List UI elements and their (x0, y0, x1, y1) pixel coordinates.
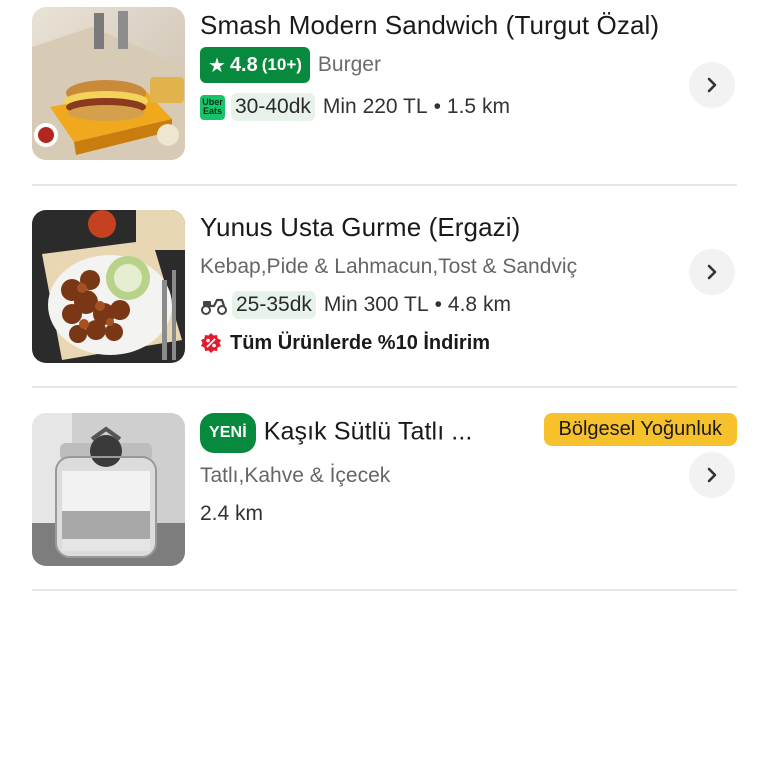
new-badge: YENİ (200, 413, 256, 453)
min-order: Min 220 TL (322, 95, 428, 118)
separator: • (433, 95, 441, 118)
distance: 4.8 km (447, 293, 511, 316)
rating-row: ★ 4.8 (10+) Burger (200, 46, 737, 84)
regional-load-badge: Bölgesel Yoğunluk (543, 413, 737, 446)
distance: 2.4 km (200, 502, 264, 525)
rating-badge: ★ 4.8 (10+) (200, 47, 310, 83)
restaurant-info: Yunus Usta Gurme (Ergazi) Kebap,Pide & L… (200, 210, 737, 362)
chevron-right-button[interactable] (689, 249, 735, 295)
restaurant-info: Smash Modern Sandwich (Turgut Özal) ★ 4.… (200, 8, 737, 126)
delivery-time: 25-35dk (232, 291, 316, 319)
delivery-row: Uber Eats 30-40dk Min 220 TL • 1.5 km (200, 88, 737, 126)
delivery-row: 25-35dk Min 300 TL • 4.8 km (200, 286, 737, 324)
restaurant-name: Yunus Usta Gurme (Ergazi) (200, 212, 521, 242)
restaurant-card[interactable]: Yunus Usta Gurme (Ergazi) Kebap,Pide & L… (32, 186, 737, 388)
chevron-right-icon (707, 264, 717, 280)
restaurant-thumbnail[interactable] (32, 210, 185, 363)
min-order: Min 300 TL (323, 293, 429, 316)
restaurant-thumbnail[interactable] (32, 7, 185, 160)
restaurant-name: Kaşık Sütlü Tatlı ... (263, 417, 473, 446)
chevron-right-icon (707, 467, 717, 483)
delivery-time: 30-40dk (231, 93, 315, 121)
rating-count: (10+) (261, 55, 302, 74)
cuisine-label: Kebap,Pide & Lahmacun,Tost & Sandviç (200, 255, 578, 278)
star-icon: ★ (208, 54, 226, 77)
chevron-right-icon (707, 77, 717, 93)
chevron-right-button[interactable] (689, 62, 735, 108)
sandwich-photo-icon (32, 7, 185, 160)
separator: • (434, 293, 442, 316)
rating-value: 4.8 (229, 53, 258, 76)
discount-icon (201, 333, 221, 353)
cuisine-label: Burger (317, 53, 381, 76)
distance: 1.5 km (446, 95, 510, 118)
chevron-right-button[interactable] (689, 452, 735, 498)
kebab-photo-icon (32, 210, 185, 363)
promo-row: Tüm Ürünlerde %10 İndirim (200, 324, 737, 362)
dessert-photo-icon (32, 413, 185, 566)
restaurant-name: Smash Modern Sandwich (Turgut Özal) (200, 10, 660, 40)
restaurant-card[interactable]: YENİ Kaşık Sütlü Tatlı ... Bölgesel Yoğun… (32, 388, 737, 591)
cuisine-label: Tatlı,Kahve & İçecek (200, 464, 391, 487)
restaurant-card[interactable]: Smash Modern Sandwich (Turgut Özal) ★ 4.… (32, 0, 737, 186)
uber-eats-icon: Uber Eats (200, 94, 225, 120)
scooter-icon (201, 298, 227, 315)
restaurant-info: YENİ Kaşık Sütlü Tatlı ... Bölgesel Yoğun… (200, 413, 737, 533)
restaurant-list: Smash Modern Sandwich (Turgut Özal) ★ 4.… (32, 0, 737, 591)
promo-text: Tüm Ürünlerde %10 İndirim (230, 331, 491, 354)
restaurant-thumbnail[interactable] (32, 413, 185, 566)
